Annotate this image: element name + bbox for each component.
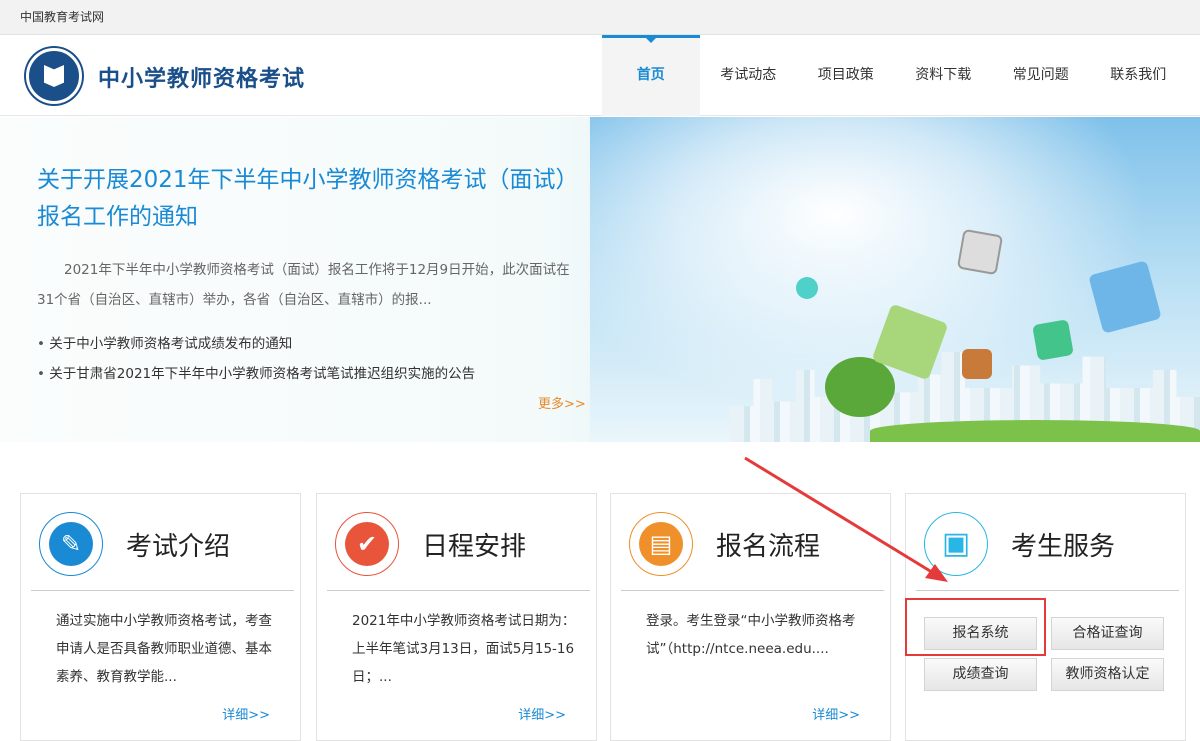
- tree: [825, 357, 895, 417]
- music-cube-icon: [1088, 260, 1162, 334]
- teal-cube-icon: [796, 277, 818, 299]
- card-schedule: ✔ 日程安排 2021年中小学教师资格考试日期为：上半年笔试3月13日，面试5月…: [316, 493, 597, 741]
- certificate-query-button[interactable]: 合格证查询: [1051, 617, 1164, 650]
- top-bar: 中国教育考试网: [0, 0, 1200, 35]
- nav-policy[interactable]: 项目政策: [797, 35, 895, 116]
- card-title: 报名流程: [716, 532, 821, 562]
- cube-icon: [956, 228, 1004, 276]
- card-icon-ring: ✔: [335, 512, 399, 576]
- news-item[interactable]: 关于甘肃省2021年下半年中小学教师资格考试笔试推迟组织实施的公告: [37, 359, 475, 389]
- grass: [870, 420, 1200, 442]
- card-icon-ring: ▣: [924, 512, 988, 576]
- score-query-button[interactable]: 成绩查询: [924, 658, 1037, 691]
- contact-book-icon: ▣: [934, 522, 978, 566]
- form-icon: ▤: [639, 522, 683, 566]
- checkmark-icon: ✔: [345, 522, 389, 566]
- card-title: 考生服务: [1011, 532, 1116, 562]
- header: 中小学教师资格考试 首页 考试动态 项目政策 资料下载 常见问题 联系我们: [0, 35, 1200, 116]
- divider: [327, 590, 590, 591]
- details-link[interactable]: 详细>>: [518, 704, 566, 723]
- card-text: 通过实施中小学教师资格考试，考查申请人是否具备教师职业道德、基本素养、教育教学能…: [56, 613, 272, 685]
- card-text: 登录。考生登录“中小学教师资格考试”（http://ntce.neea.edu.…: [646, 613, 856, 657]
- highlight-box: [905, 598, 1046, 656]
- more-link[interactable]: 更多>>: [538, 393, 586, 412]
- nav-home[interactable]: 首页: [602, 35, 700, 116]
- headline-summary: 2021年下半年中小学教师资格考试（面试）报名工作将于12月9日开始，此次面试在…: [37, 262, 570, 308]
- card-text: 2021年中小学教师资格考试日期为：上半年笔试3月13日，面试5月15-16日；…: [352, 613, 576, 685]
- orange-cube-icon: [962, 349, 992, 379]
- news-item[interactable]: 关于中小学教师资格考试成绩发布的通知: [37, 329, 475, 359]
- card-icon-ring: ▤: [629, 512, 693, 576]
- site-title[interactable]: 中小学教师资格考试: [98, 61, 305, 93]
- divider: [916, 590, 1179, 591]
- card-icon-ring: ✎: [39, 512, 103, 576]
- nav-downloads[interactable]: 资料下载: [895, 35, 993, 116]
- card-title: 日程安排: [422, 532, 527, 562]
- teacher-certification-button[interactable]: 教师资格认定: [1051, 658, 1164, 691]
- logo-icon[interactable]: [26, 48, 82, 104]
- divider: [621, 590, 884, 591]
- details-link[interactable]: 详细>>: [812, 704, 860, 723]
- news-list: 关于中小学教师资格考试成绩发布的通知 关于甘肃省2021年下半年中小学教师资格考…: [37, 329, 475, 389]
- card-title: 考试介绍: [126, 532, 231, 562]
- card-registration: ▤ 报名流程 登录。考生登录“中小学教师资格考试”（http://ntce.ne…: [610, 493, 891, 741]
- headline-link[interactable]: 关于开展2021年下半年中小学教师资格考试（面试）报名工作的通知: [37, 162, 577, 236]
- nav-news[interactable]: 考试动态: [700, 35, 798, 116]
- main-nav: 首页 考试动态 项目政策 资料下载 常见问题 联系我们: [602, 35, 1187, 116]
- divider: [31, 590, 294, 591]
- green-small-cube-icon: [1032, 319, 1074, 361]
- banner-illustration: [590, 117, 1200, 442]
- banner: 关于开展2021年下半年中小学教师资格考试（面试）报名工作的通知 2021年下半…: [0, 117, 1200, 442]
- nav-faq[interactable]: 常见问题: [992, 35, 1090, 116]
- document-edit-icon: ✎: [49, 522, 93, 566]
- details-link[interactable]: 详细>>: [222, 704, 270, 723]
- card-exam-intro: ✎ 考试介绍 通过实施中小学教师资格考试，考查申请人是否具备教师职业道德、基本素…: [20, 493, 301, 741]
- site-link[interactable]: 中国教育考试网: [20, 10, 104, 24]
- nav-contact[interactable]: 联系我们: [1090, 35, 1188, 116]
